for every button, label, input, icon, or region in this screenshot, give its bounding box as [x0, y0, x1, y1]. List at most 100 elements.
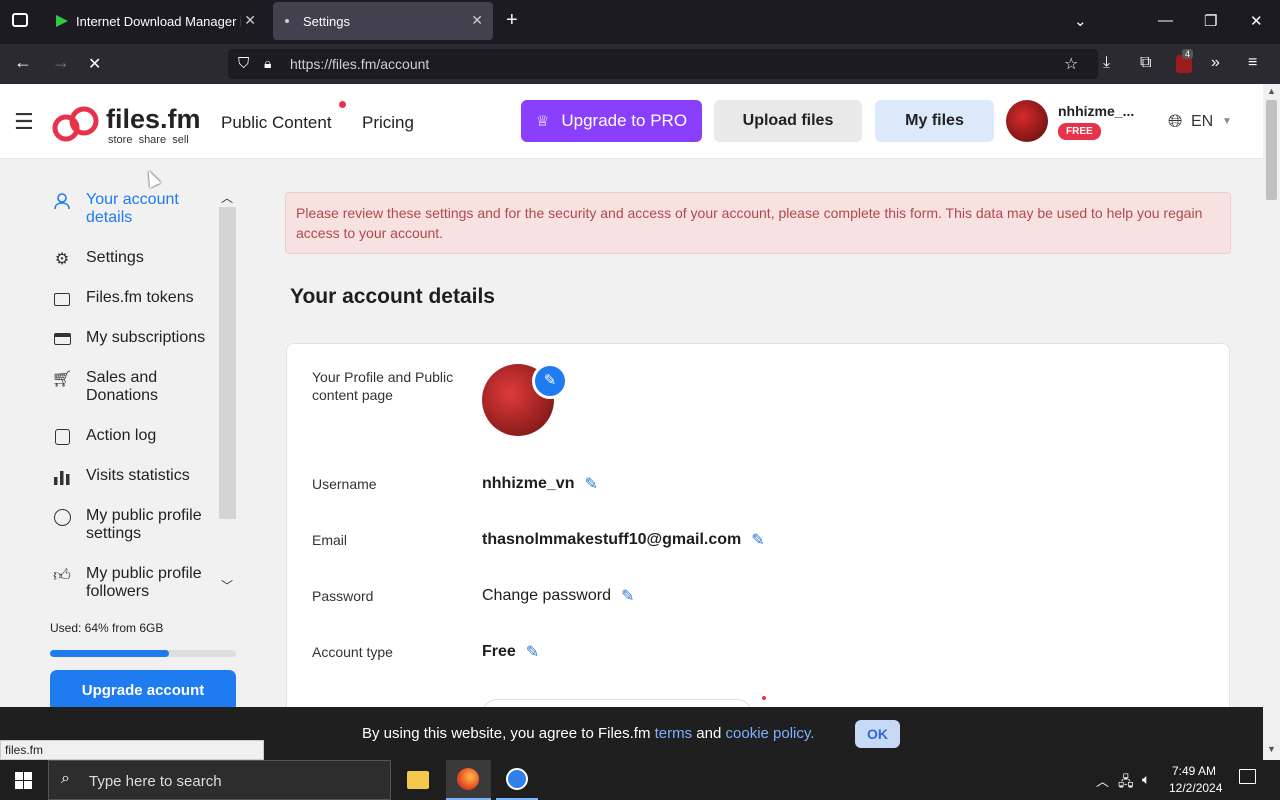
thumbs-up-icon: 👍︎: [53, 565, 71, 585]
globe-icon[interactable]: 🌐︎: [1168, 111, 1182, 132]
account-sidebar: Your account details ︿ ⚙ Settings Files.…: [0, 159, 250, 712]
extension-badge: 4: [1182, 49, 1194, 59]
edit-email-icon[interactable]: ✎: [751, 530, 764, 550]
scroll-thumb[interactable]: [1266, 100, 1277, 200]
close-tab-icon[interactable]: ✕: [244, 12, 256, 29]
restore-icon[interactable]: ❐: [1204, 12, 1217, 30]
password-field: Change password ✎: [482, 586, 634, 606]
chevron-down-icon[interactable]: ﹀: [221, 577, 233, 594]
clock-date[interactable]: 12/2/2024: [1169, 781, 1222, 795]
gear-icon: ⚙: [54, 251, 70, 268]
storage-progress-fill: [50, 650, 170, 657]
language-selector[interactable]: EN: [1191, 113, 1213, 131]
volume-muted-icon[interactable]: 🔈︎: [1142, 771, 1150, 788]
logo-text: files.fm: [106, 104, 201, 134]
sidebar-item-sales[interactable]: 🛒︎ Sales and Donations: [50, 369, 220, 405]
back-icon[interactable]: ←: [14, 52, 32, 73]
tab-title: Settings: [303, 13, 350, 29]
close-tab-icon[interactable]: ✕: [471, 12, 483, 29]
change-password-link[interactable]: Change password: [482, 587, 611, 605]
tray-chevron-icon[interactable]: ︿: [1096, 771, 1109, 790]
sidebar-item-action-log[interactable]: Action log: [50, 427, 220, 447]
email-field: thasnolmmakestuff10@gmail.com ✎: [482, 530, 765, 550]
sidebar-scrollbar[interactable]: [219, 207, 236, 519]
sidebar-item-tokens[interactable]: Files.fm tokens: [50, 289, 220, 309]
notifications-icon[interactable]: [1239, 769, 1256, 784]
card-icon: [50, 329, 74, 349]
shield-icon[interactable]: ⛉: [238, 55, 249, 72]
cookie-policy-link[interactable]: cookie policy.: [726, 725, 815, 742]
tab-title: Internet Download Manager is c: [76, 13, 241, 29]
upload-files-button[interactable]: Upload files: [714, 100, 862, 142]
upgrade-to-pro-button[interactable]: ♕ Upgrade to PRO: [521, 100, 702, 142]
hamburger-icon[interactable]: ☰: [14, 109, 34, 135]
page-scrollbar[interactable]: ▲ ▼: [1263, 84, 1280, 760]
tab-idm[interactable]: Internet Download Manager is c ✕: [44, 2, 266, 40]
extensions-icon[interactable]: ⧉: [1140, 54, 1151, 72]
menu-icon[interactable]: ≡: [1248, 54, 1257, 72]
url-text[interactable]: https://files.fm/account: [290, 56, 429, 72]
crown-icon: ♕: [535, 113, 550, 130]
scroll-up-icon[interactable]: ▲: [1267, 86, 1276, 96]
edit-password-icon[interactable]: ✎: [621, 586, 634, 606]
tab-settings[interactable]: Settings ✕: [273, 2, 493, 40]
edit-profile-button[interactable]: ✎: [532, 363, 568, 399]
address-bar[interactable]: ⛉ 🔒︎ https://files.fm/account: [228, 49, 1098, 79]
avatar[interactable]: [1006, 100, 1048, 142]
page-title: Your account details: [290, 285, 495, 308]
account-type-label: Account type: [312, 644, 393, 660]
cookie-ok-button[interactable]: OK: [855, 720, 900, 748]
notification-dot: [339, 101, 346, 108]
lock-icon[interactable]: 🔒︎: [264, 55, 271, 72]
tab-overflow-icon[interactable]: ⌄: [1074, 12, 1087, 30]
stop-loading-icon[interactable]: ✕: [88, 54, 101, 74]
windows-taskbar: ⌕ Type here to search ︿ 🖧 🔈︎ 7:49 AM 12/…: [0, 760, 1280, 800]
search-icon: ⌕: [61, 770, 70, 787]
minimize-icon[interactable]: —: [1158, 12, 1173, 29]
downloads-icon[interactable]: ⤓: [1103, 54, 1110, 72]
header-username[interactable]: nhhizme_...: [1058, 103, 1134, 119]
sidebar-item-settings[interactable]: ⚙ Settings: [50, 249, 220, 269]
file-explorer-icon[interactable]: [407, 771, 429, 789]
upgrade-account-button[interactable]: Upgrade account: [50, 670, 236, 712]
firefox-icon[interactable]: [446, 760, 491, 800]
sidebar-item-account-details[interactable]: Your account details: [50, 191, 220, 227]
new-tab-icon[interactable]: +: [506, 9, 518, 32]
terms-link[interactable]: terms: [655, 725, 693, 742]
account-details-card: Your Profile and Public content page ✎ U…: [286, 343, 1230, 729]
network-icon[interactable]: 🖧: [1118, 771, 1134, 795]
bookmark-star-icon[interactable]: ☆: [1064, 54, 1078, 74]
edit-username-icon[interactable]: ✎: [584, 474, 597, 494]
sidebar-item-public-profile-settings[interactable]: My public profile settings: [50, 507, 220, 543]
sidebar-item-visits[interactable]: Visits statistics: [50, 467, 220, 487]
forward-icon[interactable]: →: [52, 52, 70, 73]
my-files-button[interactable]: My files: [875, 100, 994, 142]
chevron-up-icon[interactable]: ︿: [221, 189, 233, 206]
caret-down-icon[interactable]: ▼: [1222, 116, 1232, 127]
edit-account-type-icon[interactable]: ✎: [526, 642, 539, 662]
taskbar-search[interactable]: ⌕ Type here to search: [48, 760, 391, 800]
site-header: ☰ files.fm store share sell Public Conte…: [0, 84, 1263, 159]
files-fm-logo[interactable]: files.fm store share sell: [52, 104, 202, 146]
tab-list-icon[interactable]: [12, 13, 28, 27]
close-window-icon[interactable]: ✕: [1250, 12, 1263, 30]
browser-tab-bar: Internet Download Manager is c ✕ Setting…: [0, 0, 1280, 44]
wallet-icon: [50, 289, 74, 309]
more-tools-icon[interactable]: »: [1211, 54, 1220, 72]
nav-public-content[interactable]: Public Content: [221, 113, 332, 133]
profile-label: Your Profile and Public content page: [312, 369, 454, 403]
sidebar-item-public-profile-followers[interactable]: 👍︎ My public profile followers: [50, 565, 220, 597]
sidebar-item-subscriptions[interactable]: My subscriptions: [50, 329, 220, 349]
required-marker: [762, 696, 766, 700]
cart-icon: 🛒︎: [51, 371, 73, 388]
password-label: Password: [312, 588, 374, 604]
windows-start-icon[interactable]: [15, 772, 32, 789]
scroll-down-icon[interactable]: ▼: [1267, 744, 1276, 754]
profile-circle-icon: [50, 507, 74, 527]
nav-pricing[interactable]: Pricing: [362, 113, 414, 133]
clock-time[interactable]: 7:49 AM: [1172, 764, 1216, 778]
storage-usage-text: Used: 64% from 6GB: [50, 621, 164, 635]
app-store-icon[interactable]: [496, 760, 538, 800]
email-label: Email: [312, 532, 348, 548]
bar-chart-icon: [50, 467, 74, 487]
